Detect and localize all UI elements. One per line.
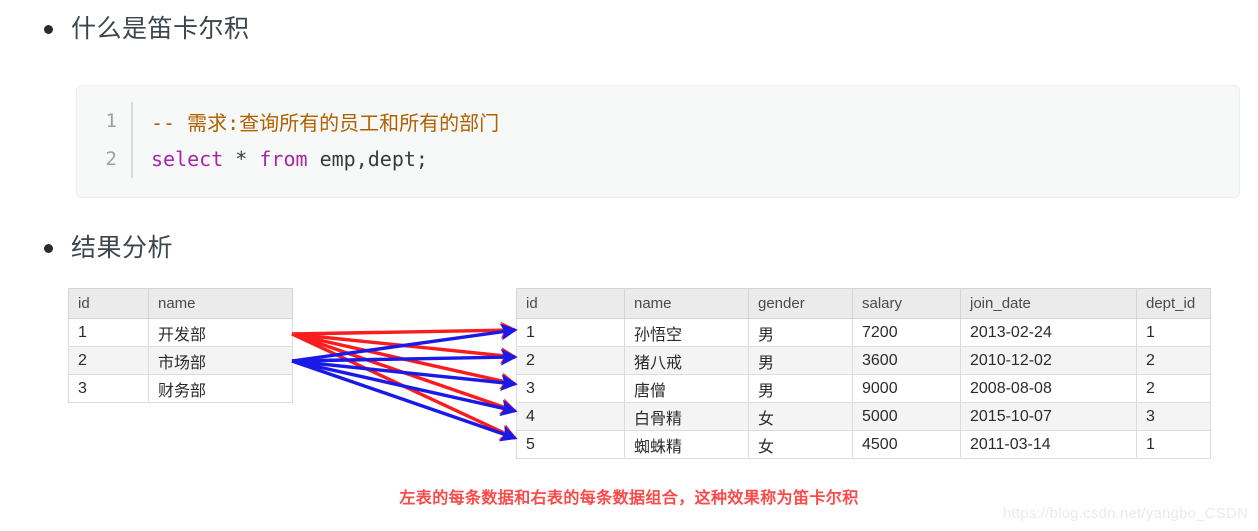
arrow-red-to-row-4 bbox=[291, 332, 518, 415]
sql-code-block: 1 -- 需求:查询所有的员工和所有的部门 2 select * from em… bbox=[76, 85, 1240, 198]
code-line: 2 select * from emp,dept; bbox=[77, 140, 1239, 178]
cell-gender: 男 bbox=[748, 346, 853, 375]
cell-salary: 4500 bbox=[852, 430, 961, 459]
table-row: 4 白骨精 女 5000 2015-10-07 3 bbox=[516, 402, 1211, 431]
code-token-keyword-from: from bbox=[259, 147, 308, 171]
table-row: 1 开发部 bbox=[68, 318, 293, 347]
cell-dept-id: 1 bbox=[1136, 430, 1211, 459]
cell-id: 3 bbox=[68, 374, 149, 403]
dept-table: id name 1 开发部 2 市场部 3 财务部 bbox=[68, 288, 293, 403]
table-header-row: id name bbox=[68, 288, 293, 319]
column-header-gender: gender bbox=[748, 288, 853, 319]
cell-name: 唐僧 bbox=[624, 374, 749, 403]
heading-label: 什么是笛卡尔积 bbox=[71, 15, 250, 43]
cell-join-date: 2010-12-02 bbox=[960, 346, 1137, 375]
cell-dept-id: 2 bbox=[1136, 374, 1211, 403]
arrow-red-to-row-3 bbox=[291, 332, 518, 390]
cell-dept-id: 2 bbox=[1136, 346, 1211, 375]
column-header-name: name bbox=[624, 288, 749, 319]
cell-name: 财务部 bbox=[148, 374, 293, 403]
column-header-name: name bbox=[148, 288, 293, 319]
cell-id: 4 bbox=[516, 402, 625, 431]
cell-gender: 男 bbox=[748, 374, 853, 403]
cell-join-date: 2011-03-14 bbox=[960, 430, 1137, 459]
watermark-url: https://blog.csdn.net/yangbo_CSDN bbox=[1002, 505, 1248, 522]
cell-dept-id: 3 bbox=[1136, 402, 1211, 431]
column-header-join-date: join_date bbox=[960, 288, 1137, 319]
cell-gender: 男 bbox=[748, 318, 853, 347]
table-row: 2 市场部 bbox=[68, 346, 293, 375]
cell-gender: 女 bbox=[748, 402, 853, 431]
arrow-blue-to-row-2 bbox=[291, 348, 518, 366]
heading-what-is-cartesian-product: 什么是笛卡尔积 bbox=[44, 14, 250, 44]
cell-salary: 3600 bbox=[852, 346, 961, 375]
table-body: 1 开发部 2 市场部 3 财务部 bbox=[68, 318, 293, 403]
cell-salary: 7200 bbox=[852, 318, 961, 347]
cell-join-date: 2013-02-24 bbox=[960, 318, 1137, 347]
cell-name: 孙悟空 bbox=[624, 318, 749, 347]
code-token-star: * bbox=[223, 147, 260, 171]
arrow-red-to-row-2 bbox=[291, 332, 518, 364]
table-header-row: id name gender salary join_date dept_id bbox=[516, 288, 1211, 319]
table-row: 3 财务部 bbox=[68, 374, 293, 403]
table-header: id name gender salary join_date dept_id bbox=[516, 288, 1211, 319]
arrow-red-to-row-1 bbox=[291, 321, 518, 339]
cell-salary: 5000 bbox=[852, 402, 961, 431]
arrow-red-to-row-5 bbox=[291, 332, 518, 440]
table-row: 1 孙悟空 男 7200 2013-02-24 1 bbox=[516, 318, 1211, 347]
table-body: 1 孙悟空 男 7200 2013-02-24 1 2 猪八戒 男 3600 2… bbox=[516, 318, 1211, 459]
table-row: 2 猪八戒 男 3600 2010-12-02 2 bbox=[516, 346, 1211, 375]
cell-join-date: 2008-08-08 bbox=[960, 374, 1137, 403]
cell-id: 2 bbox=[68, 346, 149, 375]
code-line: 1 -- 需求:查询所有的员工和所有的部门 bbox=[77, 102, 1239, 140]
cell-dept-id: 1 bbox=[1136, 318, 1211, 347]
cell-gender: 女 bbox=[748, 430, 853, 459]
code-line-content: select * from emp,dept; bbox=[133, 147, 428, 171]
heading-result-analysis: 结果分析 bbox=[44, 233, 173, 263]
code-line-number: 2 bbox=[105, 148, 117, 170]
arrow-blue-to-row-3 bbox=[291, 359, 518, 391]
code-line-content: -- 需求:查询所有的员工和所有的部门 bbox=[133, 107, 499, 136]
column-header-id: id bbox=[516, 288, 625, 319]
cell-name: 白骨精 bbox=[624, 402, 749, 431]
column-header-salary: salary bbox=[852, 288, 961, 319]
code-token-comment: -- 需求:查询所有的员工和所有的部门 bbox=[151, 110, 500, 135]
arrow-blue-to-row-4 bbox=[291, 359, 518, 417]
table-header: id name bbox=[68, 288, 293, 319]
cell-name: 开发部 bbox=[148, 318, 293, 347]
cell-id: 1 bbox=[68, 318, 149, 347]
bullet-dot-icon bbox=[44, 24, 53, 34]
table-row: 3 唐僧 男 9000 2008-08-08 2 bbox=[516, 374, 1211, 403]
arrow-blue-to-row-5 bbox=[291, 359, 518, 442]
column-header-dept-id: dept_id bbox=[1136, 288, 1211, 319]
bullet-dot-icon bbox=[44, 243, 53, 253]
column-header-id: id bbox=[68, 288, 149, 319]
arrow-blue-to-row-1 bbox=[291, 323, 518, 363]
cell-name: 猪八戒 bbox=[624, 346, 749, 375]
cell-id: 5 bbox=[516, 430, 625, 459]
code-line-number: 1 bbox=[105, 110, 117, 132]
cell-id: 2 bbox=[516, 346, 625, 375]
cell-salary: 9000 bbox=[852, 374, 961, 403]
cell-id: 3 bbox=[516, 374, 625, 403]
cell-id: 1 bbox=[516, 318, 625, 347]
cell-name: 蜘蛛精 bbox=[624, 430, 749, 459]
cell-name: 市场部 bbox=[148, 346, 293, 375]
cell-join-date: 2015-10-07 bbox=[960, 402, 1137, 431]
code-token-tables: emp,dept; bbox=[307, 147, 428, 171]
heading-label: 结果分析 bbox=[71, 234, 174, 262]
table-row: 5 蜘蛛精 女 4500 2011-03-14 1 bbox=[516, 430, 1211, 459]
emp-table: id name gender salary join_date dept_id … bbox=[516, 288, 1211, 459]
code-token-keyword-select: select bbox=[151, 147, 224, 171]
